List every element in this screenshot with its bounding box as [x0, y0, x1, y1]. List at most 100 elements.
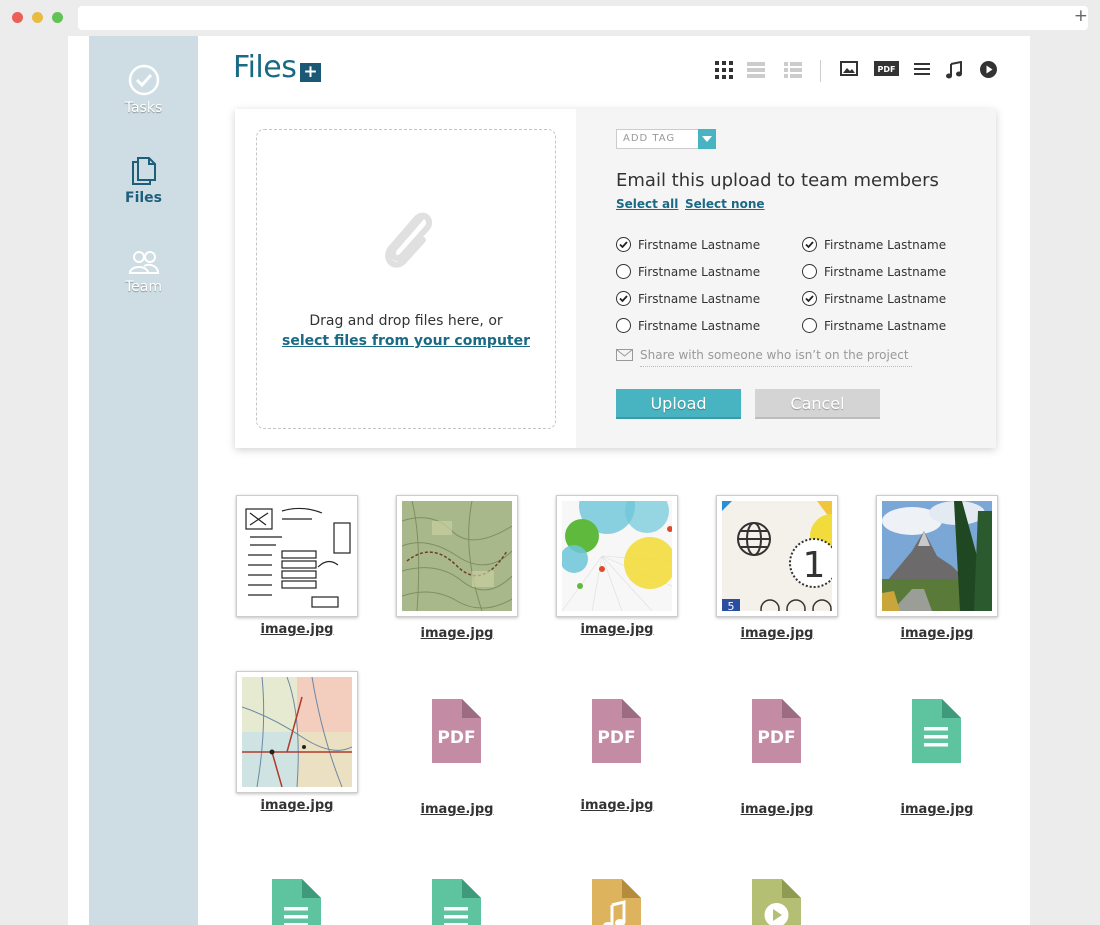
file-name[interactable]: image.jpg [236, 798, 358, 813]
app-page: Tasks Files Team Files + PDF Drag and dr… [68, 36, 1030, 925]
close-window-button[interactable] [12, 12, 23, 23]
address-bar[interactable] [78, 6, 1088, 30]
share-placeholder: Share with someone who isn’t on the proj… [640, 348, 909, 362]
maximize-window-button[interactable] [52, 12, 63, 23]
checkbox-icon[interactable] [616, 237, 631, 252]
file-name[interactable]: image.jpg [396, 626, 518, 641]
road-map-thumbnail-image [242, 677, 352, 787]
sidebar-item-team[interactable]: Team [89, 249, 198, 295]
drop-zone[interactable]: Drag and drop files here, or select file… [256, 129, 556, 429]
files-icon [131, 157, 156, 185]
pdf-badge: PDF [437, 728, 475, 748]
member-name: Firstname Lastname [824, 265, 947, 279]
pdf-filter-label: PDF [878, 65, 896, 74]
pdf-badge: PDF [757, 728, 795, 748]
add-file-button[interactable]: + [300, 63, 321, 82]
list-view-icon[interactable] [747, 61, 765, 79]
team-icon [128, 251, 159, 274]
pdf-file-icon: PDF [432, 699, 481, 763]
member-name: Firstname Lastname [638, 319, 761, 333]
upload-button[interactable]: Upload [616, 389, 741, 419]
file-thumbnail[interactable] [396, 495, 518, 617]
member-name: Firstname Lastname [824, 292, 947, 306]
share-underline [640, 366, 912, 367]
minimize-window-button[interactable] [32, 12, 43, 23]
browser-chrome: + [0, 0, 1100, 36]
pdf-file-icon: PDF [592, 699, 641, 763]
file-thumbnail[interactable] [876, 495, 998, 617]
member-name: Firstname Lastname [638, 292, 761, 306]
topographic-map-thumbnail-image [402, 501, 512, 611]
toolbar-divider [820, 60, 821, 82]
checkbox-icon[interactable] [802, 264, 817, 279]
drop-instructions: Drag and drop files here, or [309, 313, 503, 329]
file-name[interactable]: image.jpg [556, 798, 678, 813]
file-thumbnail[interactable] [236, 495, 358, 617]
file-name[interactable]: image.jpg [716, 626, 838, 641]
sidebar: Tasks Files Team [89, 36, 198, 925]
file-name[interactable]: image.jpg [236, 622, 358, 637]
globe-numbers-thumbnail-image: 1 5 [722, 501, 832, 611]
upload-form: ADD TAG Email this upload to team member… [576, 109, 996, 448]
checkbox-icon[interactable] [616, 291, 631, 306]
pdf-filter-icon[interactable]: PDF [874, 61, 899, 76]
video-filter-icon[interactable] [980, 61, 997, 78]
detail-list-view-icon[interactable] [784, 61, 802, 79]
svg-text:5: 5 [728, 600, 735, 611]
video-file-icon [752, 879, 801, 925]
envelope-icon [616, 349, 633, 361]
file-name[interactable]: image.jpg [716, 802, 838, 817]
pdf-file-icon: PDF [752, 699, 801, 763]
paperclip-icon [385, 212, 433, 268]
page-title: Files [233, 50, 297, 85]
share-email-field[interactable]: Share with someone who isn’t on the proj… [616, 347, 914, 367]
landscape-thumbnail-image [882, 501, 992, 611]
checkmark-icon [805, 295, 814, 303]
sketch-thumbnail-image [242, 501, 352, 611]
file-thumbnail[interactable] [556, 495, 678, 617]
upload-panel: Drag and drop files here, or select file… [235, 109, 996, 448]
checkbox-icon[interactable] [802, 291, 817, 306]
add-tag-placeholder: ADD TAG [623, 133, 676, 144]
file-name[interactable]: image.jpg [556, 622, 678, 637]
select-none-link[interactable]: Select none [685, 197, 765, 211]
add-tag-dropdown[interactable]: ADD TAG [616, 129, 716, 149]
bubble-chart-thumbnail-image [562, 501, 672, 611]
checkbox-icon[interactable] [802, 318, 817, 333]
document-filter-icon[interactable] [914, 61, 930, 77]
sidebar-item-label: Tasks [124, 100, 163, 116]
document-file-icon [272, 879, 321, 925]
file-thumbnail[interactable] [236, 671, 358, 793]
sidebar-item-label: Files [125, 190, 162, 206]
main-content: Files + PDF Drag and drop files here, or… [198, 36, 1030, 925]
svg-text:1: 1 [803, 545, 826, 586]
image-filter-icon[interactable] [840, 61, 858, 77]
sidebar-item-tasks[interactable]: Tasks [89, 64, 198, 116]
new-tab-plus-icon[interactable]: + [1074, 4, 1088, 28]
email-heading: Email this upload to team members [616, 170, 939, 191]
sidebar-item-label: Team [124, 279, 162, 295]
document-file-icon [912, 699, 961, 763]
checkmark-icon [805, 241, 814, 249]
select-files-link[interactable]: select files from your computer [257, 333, 555, 349]
checkmark-icon [619, 241, 628, 249]
member-name: Firstname Lastname [638, 238, 761, 252]
member-name: Firstname Lastname [824, 319, 947, 333]
select-all-link[interactable]: Select all [616, 197, 678, 211]
checkbox-icon[interactable] [616, 264, 631, 279]
chevron-down-icon[interactable] [698, 129, 716, 149]
checkbox-icon[interactable] [616, 318, 631, 333]
file-name[interactable]: image.jpg [876, 626, 998, 641]
file-thumbnail[interactable]: 1 5 [716, 495, 838, 617]
pdf-badge: PDF [597, 728, 635, 748]
music-filter-icon[interactable] [946, 61, 962, 79]
check-circle-icon [128, 64, 159, 96]
checkbox-icon[interactable] [802, 237, 817, 252]
file-name[interactable]: image.jpg [876, 802, 998, 817]
grid-view-icon[interactable] [715, 61, 733, 79]
file-name[interactable]: image.jpg [396, 802, 518, 817]
sidebar-item-files[interactable]: Files [89, 154, 198, 206]
cancel-button[interactable]: Cancel [755, 389, 880, 419]
drop-side: Drag and drop files here, or select file… [235, 109, 576, 448]
member-name: Firstname Lastname [824, 238, 947, 252]
